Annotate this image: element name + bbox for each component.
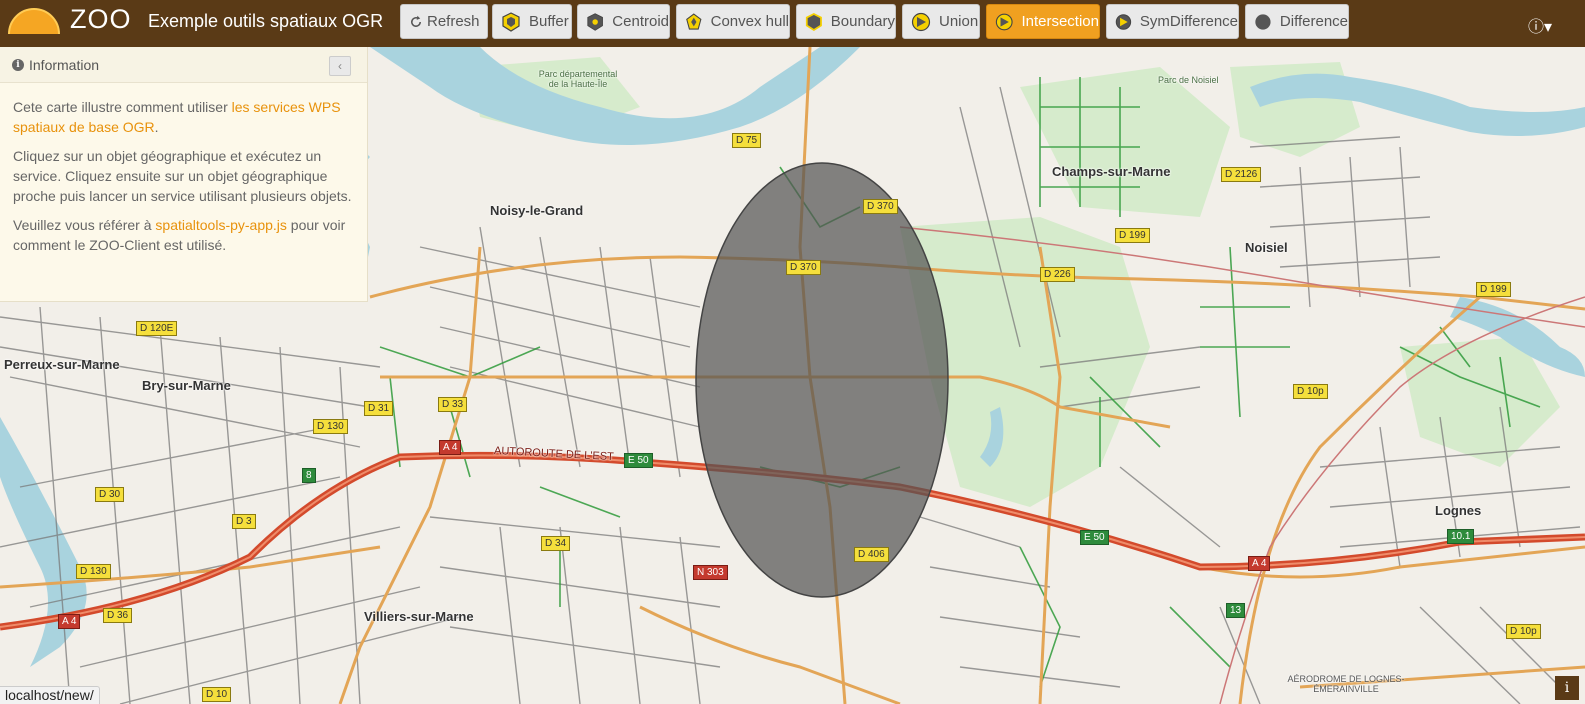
- road-shield: D 10p: [1293, 384, 1328, 399]
- refresh-icon: [411, 15, 421, 27]
- road-shield: D 10: [202, 687, 232, 702]
- intersection-geometry: [695, 162, 949, 598]
- place-label: Lognes: [1435, 503, 1482, 518]
- symdifference-button[interactable]: SymDifference: [1106, 4, 1239, 39]
- road-shield: D 3: [232, 514, 256, 529]
- app-title: Exemple outils spatiaux OGR: [148, 11, 384, 31]
- road-shield: E 50: [1080, 530, 1109, 545]
- symdifference-icon: [1115, 13, 1132, 30]
- road-shield: 10.1: [1447, 529, 1475, 544]
- symdifference-label: SymDifference: [1139, 13, 1238, 30]
- centroid-button[interactable]: Centroid: [577, 4, 670, 39]
- road-shield: D 226: [1040, 267, 1075, 282]
- panel-paragraph: Cete carte illustre comment utiliser les…: [13, 97, 355, 137]
- panel-text: Veuillez vous référer à: [13, 217, 156, 233]
- place-label: Villiers-sur-Marne: [364, 609, 474, 624]
- park-label: Parc départemental de la Haute-Île: [538, 69, 618, 89]
- road-shield: D 370: [863, 199, 898, 214]
- chevron-left-icon: ‹: [338, 59, 342, 73]
- union-button[interactable]: Union: [902, 4, 980, 39]
- road-shield: D 75: [732, 133, 762, 148]
- road-shield: 13: [1226, 603, 1246, 618]
- panel-paragraph: Veuillez vous référer à spatialtools-py-…: [13, 215, 355, 255]
- place-label: Noisiel: [1245, 240, 1288, 255]
- panel-title: Information: [29, 56, 100, 73]
- info-circle-icon: i: [12, 58, 24, 71]
- boundary-label: Boundary: [830, 13, 895, 30]
- road-shield: E 50: [624, 453, 653, 468]
- status-url: localhost/new/: [0, 686, 100, 704]
- buffer-icon: [502, 11, 520, 32]
- intersection-icon: [995, 13, 1013, 30]
- road-shield: D 120E: [136, 321, 178, 336]
- intersection-button[interactable]: Intersection: [986, 4, 1100, 39]
- information-panel: i Information ‹ Cete carte illustre comm…: [0, 47, 368, 302]
- road-shield: N 303: [693, 565, 728, 580]
- zoo-logo-icon: [8, 8, 60, 35]
- convex-hull-button[interactable]: Convex hull: [676, 4, 790, 39]
- boundary-icon: [805, 12, 822, 31]
- top-navbar: ZOO Exemple outils spatiaux OGR Refresh …: [0, 0, 1585, 47]
- park-label: Parc de Noisiel: [1158, 75, 1219, 85]
- road-shield: A 4: [439, 440, 462, 455]
- road-shield: D 130: [76, 564, 111, 579]
- road-shield: D 33: [438, 397, 468, 412]
- road-shield: D 199: [1476, 282, 1511, 297]
- centroid-label: Centroid: [612, 13, 669, 30]
- buffer-label: Buffer: [529, 13, 569, 30]
- buffer-button[interactable]: Buffer: [492, 4, 572, 39]
- spatialtools-link[interactable]: spatialtools-py-app.js: [155, 217, 287, 233]
- road-shield: D 130: [313, 419, 348, 434]
- place-label: Champs-sur-Marne: [1052, 164, 1171, 179]
- panel-text: .: [154, 119, 159, 135]
- road-shield: D 34: [541, 536, 571, 551]
- difference-label: Difference: [1279, 13, 1348, 30]
- place-label: Perreux-sur-Marne: [4, 357, 120, 372]
- refresh-button[interactable]: Refresh: [400, 4, 488, 39]
- road-shield: A 4: [1248, 556, 1271, 571]
- place-label: Bry-sur-Marne: [142, 378, 231, 393]
- panel-paragraph: Cliquez sur un objet géographique et exé…: [13, 148, 352, 204]
- airport-label: AÉRODROME DE LOGNES-ÉMERAINVILLE: [1287, 674, 1405, 694]
- difference-button[interactable]: Difference: [1245, 4, 1349, 39]
- road-shield: D 2126: [1221, 167, 1262, 182]
- info-icon[interactable]: ⓘ▾: [1528, 13, 1552, 37]
- centroid-icon: [587, 12, 603, 31]
- panel-header: i Information ‹: [0, 47, 367, 83]
- panel-body: Cete carte illustre comment utiliser les…: [0, 83, 367, 255]
- collapse-panel-button[interactable]: ‹: [329, 56, 351, 76]
- road-shield: D 406: [854, 547, 889, 562]
- road-shield: 8: [302, 468, 316, 483]
- panel-text: Cete carte illustre comment utiliser: [13, 99, 232, 115]
- convex-hull-label: Convex hull: [710, 13, 789, 30]
- difference-icon: [1255, 13, 1271, 30]
- road-shield: D 30: [95, 487, 125, 502]
- map-attribution-button[interactable]: i: [1555, 676, 1579, 700]
- road-shield: D 36: [103, 608, 133, 623]
- road-shield: D 370: [786, 260, 821, 275]
- boundary-button[interactable]: Boundary: [796, 4, 896, 39]
- road-shield: D 10p: [1506, 624, 1541, 639]
- intersection-label: Intersection: [1021, 13, 1099, 30]
- convex-hull-icon: [686, 12, 702, 30]
- refresh-label: Refresh: [427, 13, 480, 30]
- place-label: Noisy-le-Grand: [490, 203, 584, 218]
- road-shield: A 4: [58, 614, 81, 629]
- union-icon: [911, 12, 931, 31]
- union-label: Union: [939, 13, 979, 30]
- road-shield: D 199: [1115, 228, 1150, 243]
- logo-text: ZOO: [70, 4, 132, 34]
- road-shield: D 31: [364, 401, 394, 416]
